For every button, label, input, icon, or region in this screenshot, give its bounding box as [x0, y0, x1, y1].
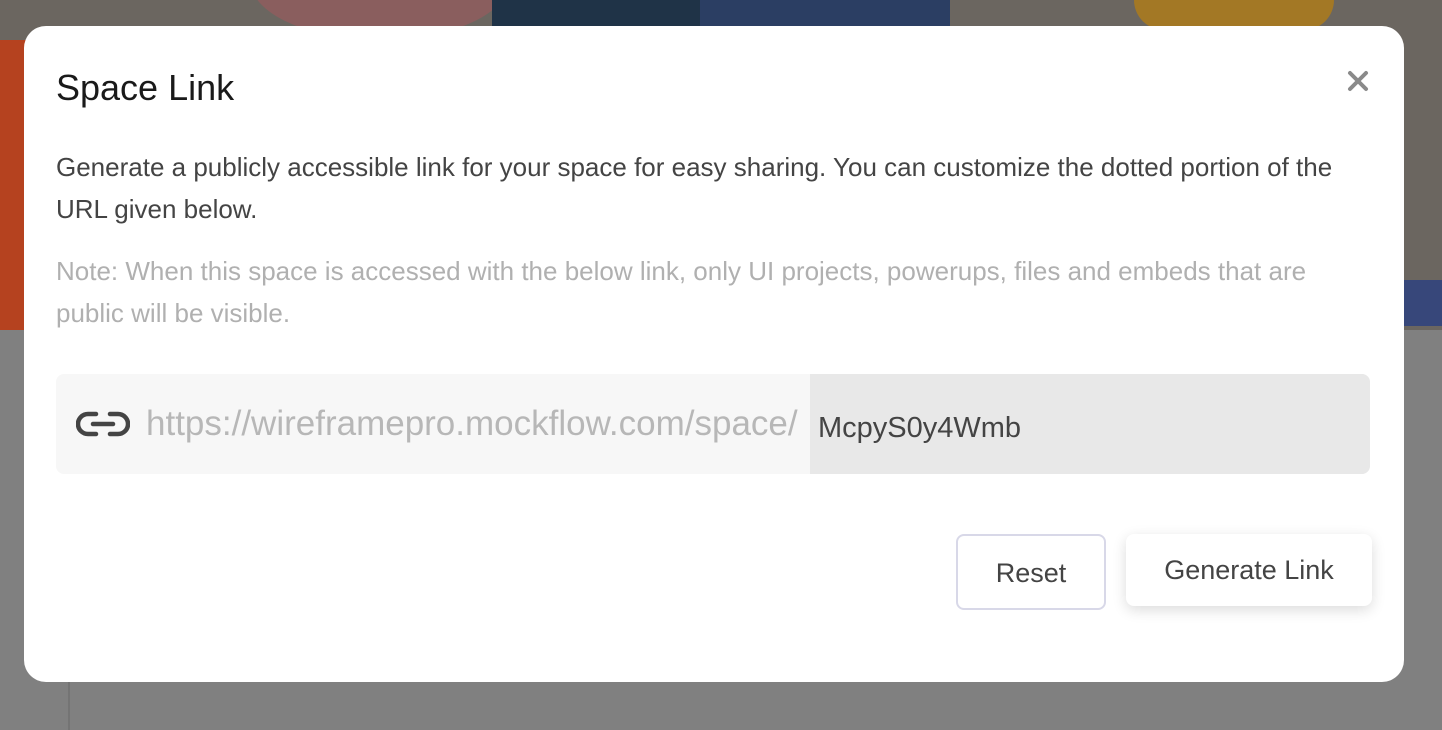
dialog-description: Generate a publicly accessible link for … — [56, 152, 1333, 224]
link-icon — [76, 409, 130, 439]
reset-button[interactable]: Reset — [956, 534, 1106, 610]
close-button[interactable] — [1340, 64, 1376, 100]
background-shape — [1404, 280, 1442, 326]
close-icon — [1347, 70, 1369, 95]
space-slug-input[interactable] — [810, 374, 1370, 474]
space-link-dialog: Space Link Generate a publicly accessibl… — [24, 26, 1404, 682]
background-divider — [68, 682, 70, 730]
generate-link-button[interactable]: Generate Link — [1126, 534, 1372, 606]
visibility-note: Note: When this space is accessed with t… — [56, 256, 1307, 328]
space-link-field: https://wireframepro.mockflow.com/space/ — [56, 374, 1370, 474]
dialog-title: Space Link — [56, 67, 235, 108]
url-prefix: https://wireframepro.mockflow.com/space/ — [146, 404, 798, 443]
